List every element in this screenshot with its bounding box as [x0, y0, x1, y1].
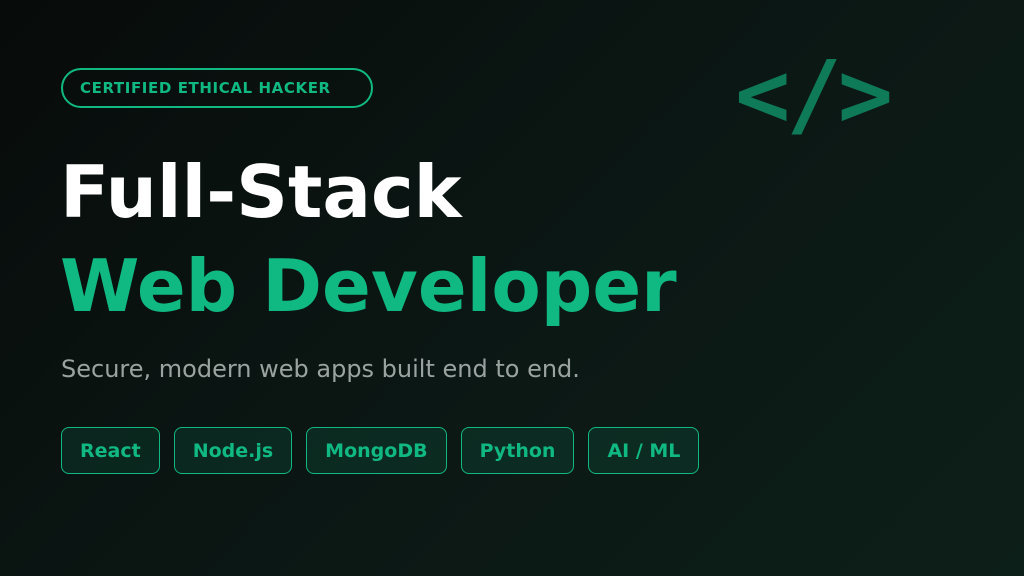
code-icon: </> — [735, 41, 893, 148]
tech-tag-react: React — [61, 427, 160, 474]
page-subtitle: Secure, modern web apps built end to end… — [61, 355, 580, 383]
tech-tag-nodejs: Node.js — [173, 427, 293, 474]
page-title-line1: Full-Stack — [60, 150, 462, 234]
tech-tag-ai-ml: AI / ML — [588, 427, 700, 474]
tech-tag-mongodb: MongoDB — [306, 427, 447, 474]
tech-tag-python: Python — [460, 427, 575, 474]
certification-badge: CERTIFIED ETHICAL HACKER — [61, 68, 373, 108]
tech-tag-list: React Node.js MongoDB Python AI / ML — [61, 427, 700, 474]
certification-badge-label: CERTIFIED ETHICAL HACKER — [80, 79, 331, 97]
page-title-line2: Web Developer — [60, 244, 677, 328]
